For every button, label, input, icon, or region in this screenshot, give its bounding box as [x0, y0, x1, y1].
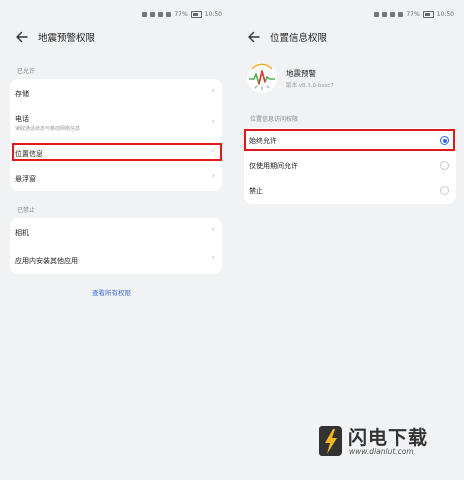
clock: 10:50 [436, 10, 454, 18]
permissions-screen: 77% 10:50 地震预警权限 已允许 存储 › 电话 读取通话状态与移动网络… [0, 0, 232, 480]
section-label-denied: 已禁止 [17, 207, 36, 214]
watermark: 闪电下载 www.dianlut.com [318, 421, 458, 461]
permission-label: 应用内安装其他应用 [15, 257, 78, 265]
section-label-location-access: 位置信息访问权限 [250, 116, 299, 123]
signal-icon [398, 11, 404, 17]
battery-percent: 77% [406, 10, 420, 18]
clock: 10:50 [204, 10, 222, 18]
watermark-title: 闪电下载 [348, 427, 429, 449]
app-version: 版本 v8.3.0-bssc7 [286, 82, 334, 89]
permission-row-install-apps[interactable]: 应用内安装其他应用 › [10, 246, 222, 274]
option-deny[interactable]: 禁止 [244, 178, 456, 204]
page-title: 位置信息权限 [270, 33, 328, 44]
always-allow-highlight-box [244, 129, 455, 151]
page-title: 地震预警权限 [38, 33, 96, 44]
permission-row-storage[interactable]: 存储 › [10, 79, 222, 107]
app-info: 地震预警 版本 v8.3.0-bssc7 [246, 62, 334, 94]
back-arrow-icon[interactable] [246, 29, 262, 45]
lightning-logo-icon [319, 426, 342, 456]
location-highlight-box [12, 143, 222, 161]
notification-icon [382, 11, 388, 17]
option-label: 禁止 [249, 187, 263, 195]
permission-label: 电话 [15, 115, 29, 123]
radio-unselected[interactable] [440, 161, 449, 170]
notification-icon [158, 11, 164, 17]
status-bar: 77% 10:50 [142, 9, 222, 19]
notification-icon [150, 11, 156, 17]
status-bar: 77% 10:50 [374, 9, 454, 19]
signal-icon [166, 11, 172, 17]
permission-row-camera[interactable]: 相机 › [10, 218, 222, 246]
section-label-allowed: 已允许 [17, 68, 36, 75]
notification-icon [142, 11, 148, 17]
battery-percent: 77% [174, 10, 188, 18]
app-name: 地震预警 [286, 68, 316, 78]
radio-unselected[interactable] [440, 186, 449, 195]
notification-icon [374, 11, 380, 17]
chevron-right-icon: › [211, 253, 215, 263]
permission-label: 相机 [15, 229, 29, 237]
earthquake-app-icon [247, 63, 277, 93]
watermark-url: www.dianlut.com [349, 447, 414, 456]
permission-row-phone[interactable]: 电话 读取通话状态与移动网络信息 › [10, 107, 222, 139]
view-all-permissions-link[interactable]: 查看所有权限 [92, 287, 131, 297]
header: 位置信息权限 [246, 29, 327, 45]
permission-label: 存储 [15, 90, 29, 98]
chevron-right-icon: › [211, 117, 215, 127]
allowed-permissions-card: 存储 › 电话 读取通话状态与移动网络信息 › 位置信息 › 悬浮窗 › [10, 79, 222, 191]
permission-label: 悬浮窗 [15, 175, 36, 183]
location-permission-screen: 77% 10:50 位置信息权限 地震预警 版本 v8.3.0-bssc7 位置… [232, 0, 464, 480]
chevron-right-icon: › [211, 225, 215, 235]
battery-icon [190, 10, 202, 18]
denied-permissions-card: 相机 › 应用内安装其他应用 › [10, 218, 222, 274]
permission-row-overlay[interactable]: 悬浮窗 › [10, 165, 222, 191]
option-label: 仅使用期间允许 [249, 162, 298, 170]
permission-description: 读取通话状态与移动网络信息 [15, 126, 81, 132]
chevron-right-icon: › [211, 171, 215, 181]
chevron-right-icon: › [211, 86, 215, 96]
notification-icon [390, 11, 396, 17]
option-allow-while-using[interactable]: 仅使用期间允许 [244, 153, 456, 178]
back-arrow-icon[interactable] [14, 29, 30, 45]
header: 地震预警权限 [14, 29, 95, 45]
battery-icon [422, 10, 434, 18]
